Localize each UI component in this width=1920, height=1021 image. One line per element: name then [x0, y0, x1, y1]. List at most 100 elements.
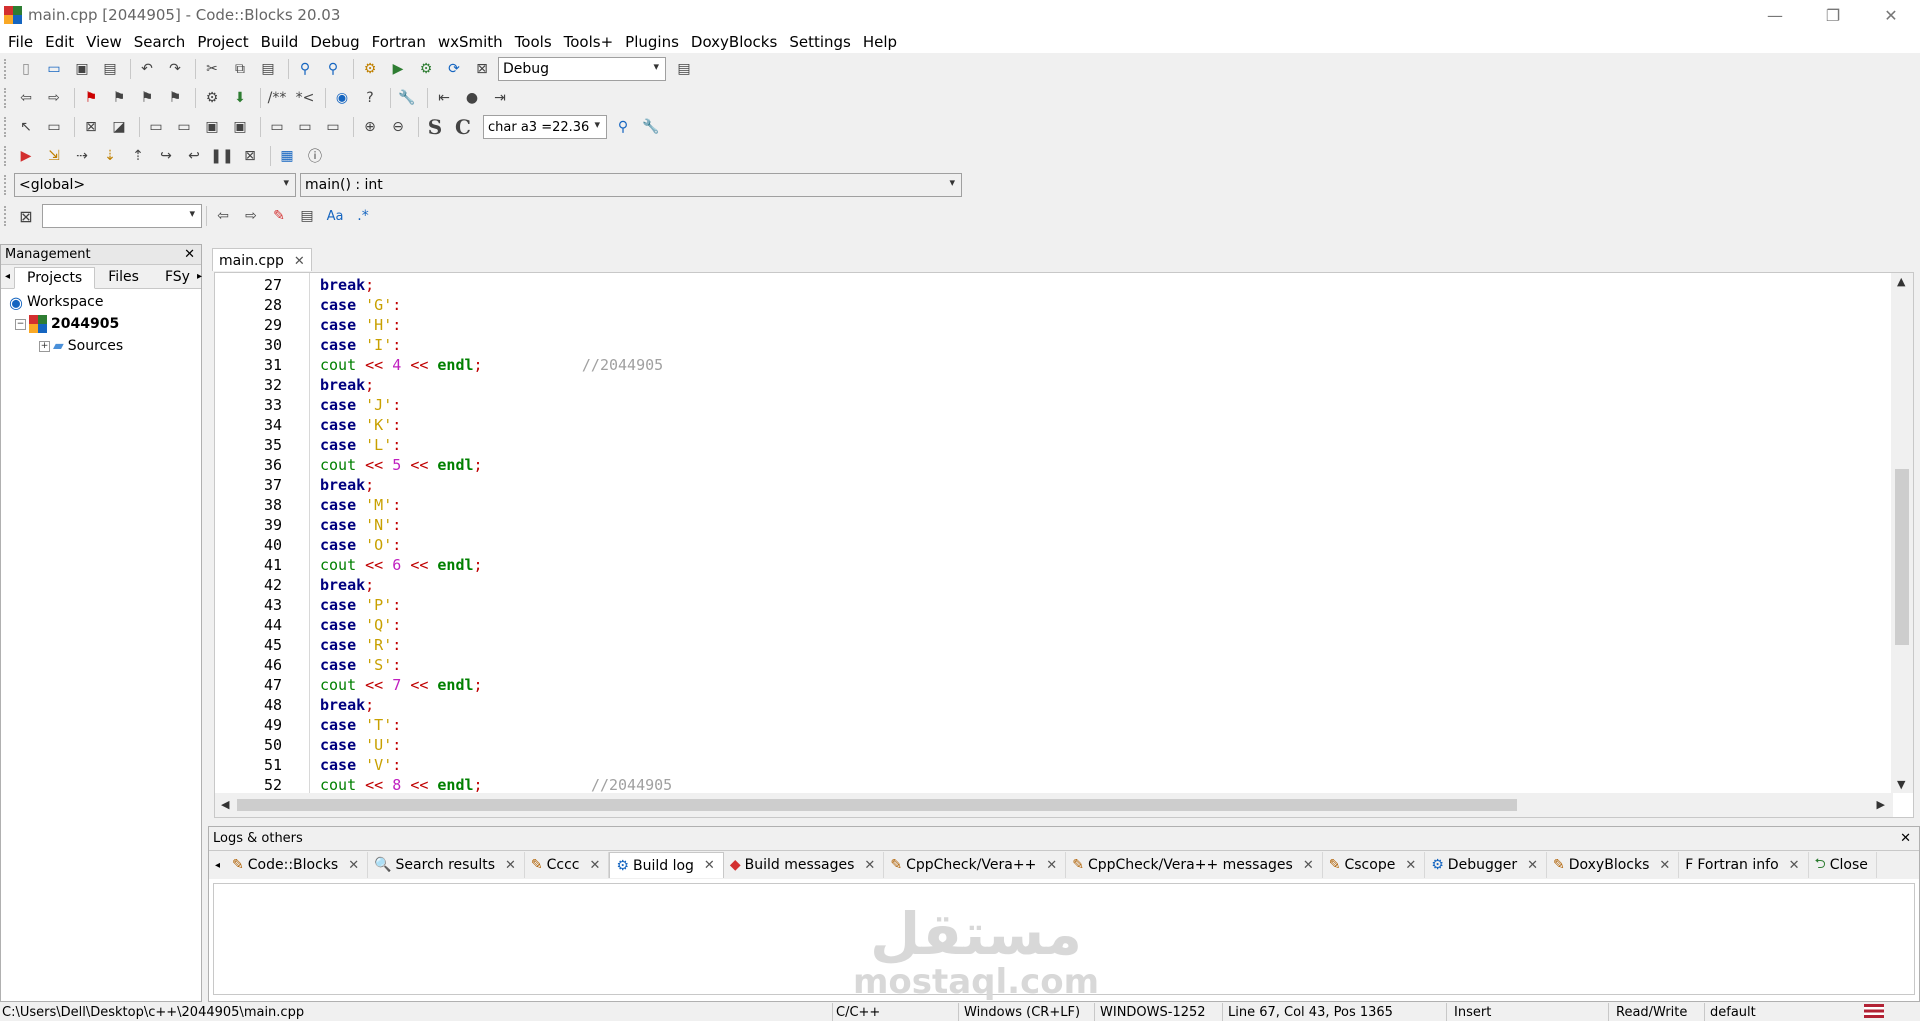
- close-window-button[interactable]: ✕: [1862, 0, 1920, 30]
- logs-close-icon[interactable]: ✕: [1900, 831, 1911, 846]
- align-1-icon[interactable]: ▭: [144, 116, 168, 138]
- menu-fortran[interactable]: Fortran: [368, 33, 434, 51]
- close-tab-icon[interactable]: ✕: [294, 254, 305, 269]
- code-line[interactable]: 40 case 'O':: [215, 535, 1875, 555]
- shape-3-icon[interactable]: ▭: [321, 116, 345, 138]
- code-line[interactable]: 45 case 'R':: [215, 635, 1875, 655]
- menu-edit[interactable]: Edit: [41, 33, 82, 51]
- close-icon[interactable]: ✕: [864, 858, 875, 873]
- horizontal-scrollbar[interactable]: ◀ ▶: [215, 793, 1893, 817]
- menu-debug[interactable]: Debug: [306, 33, 367, 51]
- run-icon[interactable]: ▶: [386, 58, 410, 80]
- logs-scroll-left-icon[interactable]: ◂: [209, 860, 226, 871]
- code-line[interactable]: 47 cout << 7 << endl;: [215, 675, 1875, 695]
- code-line[interactable]: 33 case 'J':: [215, 395, 1875, 415]
- show-select-target-icon[interactable]: ▤: [672, 58, 696, 80]
- run-to-cursor-icon[interactable]: ⇲: [42, 145, 66, 167]
- step-out-icon[interactable]: ⇡: [126, 145, 150, 167]
- logs-tab[interactable]: ✎ CppCheck/Vera++ ✕: [884, 852, 1067, 878]
- scroll-right-icon[interactable]: ▶: [1877, 798, 1885, 811]
- logs-tab[interactable]: ⮌ Close: [1809, 852, 1877, 878]
- jump-dot-icon[interactable]: ●: [460, 87, 484, 109]
- close-icon[interactable]: ✕: [704, 858, 715, 873]
- menu-doxyblocks[interactable]: DoxyBlocks: [687, 33, 785, 51]
- function-select[interactable]: main() : int ▾: [300, 173, 962, 197]
- scroll-down-icon[interactable]: ▼: [1897, 778, 1905, 791]
- rebuild-icon[interactable]: ⟳: [442, 58, 466, 80]
- align-2-icon[interactable]: ▭: [172, 116, 196, 138]
- tree-sources[interactable]: + ▰ Sources: [1, 335, 201, 357]
- bookmark-clear-icon[interactable]: ⚑: [163, 87, 187, 109]
- code-line[interactable]: 27 break;: [215, 275, 1875, 295]
- menu-plugins[interactable]: Plugins: [621, 33, 687, 51]
- debug-info-icon[interactable]: ⚲: [611, 116, 635, 138]
- close-icon[interactable]: ✕: [505, 858, 516, 873]
- logs-tab[interactable]: ⚙ Debugger ✕: [1425, 852, 1547, 878]
- code-area[interactable]: 27 break; 28 case 'G': 29 case 'H': 30 case 'I'…: [215, 275, 1875, 793]
- tree-workspace[interactable]: ◉ Workspace: [1, 291, 201, 313]
- menu-tools-plus[interactable]: Tools+: [560, 33, 622, 51]
- bookmark-prev-icon[interactable]: ⚑: [107, 87, 131, 109]
- next-instruction-icon[interactable]: ↪: [154, 145, 178, 167]
- close-icon[interactable]: ✕: [1046, 858, 1057, 873]
- code-line[interactable]: 50 case 'U':: [215, 735, 1875, 755]
- save-all-icon[interactable]: ▤: [98, 58, 122, 80]
- layout-2-icon[interactable]: ◪: [107, 116, 131, 138]
- tree-project[interactable]: − 2044905: [1, 313, 201, 335]
- logs-tab[interactable]: ◆ Build messages ✕: [724, 852, 885, 878]
- code-line[interactable]: 41 cout << 6 << endl;: [215, 555, 1875, 575]
- code-line[interactable]: 32 break;: [215, 375, 1875, 395]
- forward-arrow-icon[interactable]: ⇨: [42, 87, 66, 109]
- zoom-in-icon[interactable]: ⊕: [358, 116, 382, 138]
- tab-fsymbols[interactable]: FSy: [152, 266, 195, 288]
- shape-2-icon[interactable]: ▭: [293, 116, 317, 138]
- search-input[interactable]: ▾: [42, 204, 202, 228]
- close-icon[interactable]: ✕: [1405, 858, 1416, 873]
- menu-wxsmith[interactable]: wxSmith: [434, 33, 511, 51]
- step-into-icon[interactable]: ⇣: [98, 145, 122, 167]
- vertical-scroll-thumb[interactable]: [1895, 469, 1909, 645]
- bookmark-next-icon[interactable]: ⚑: [135, 87, 159, 109]
- tabs-scroll-left-icon[interactable]: ◂: [1, 271, 14, 288]
- scope-select[interactable]: <global> ▾: [14, 173, 296, 197]
- copy-icon[interactable]: ⧉: [228, 58, 252, 80]
- horizontal-scroll-thumb[interactable]: [237, 799, 1517, 811]
- bookmark-toggle-icon[interactable]: ⚑: [79, 87, 103, 109]
- align-3-icon[interactable]: ▣: [200, 116, 224, 138]
- code-line[interactable]: 29 case 'H':: [215, 315, 1875, 335]
- logs-tab[interactable]: ✎ Cccc ✕: [525, 852, 610, 878]
- clear-search-icon[interactable]: ⊠: [14, 205, 38, 227]
- build-target-select[interactable]: Debug ▾: [498, 57, 666, 81]
- code-line[interactable]: 46 case 'S':: [215, 655, 1875, 675]
- code-line[interactable]: 44 case 'Q':: [215, 615, 1875, 635]
- expand-icon[interactable]: +: [39, 340, 50, 352]
- s-icon[interactable]: S: [423, 115, 447, 139]
- logs-tab[interactable]: ✎ CppCheck/Vera++ messages ✕: [1066, 852, 1323, 878]
- menu-settings[interactable]: Settings: [785, 33, 859, 51]
- minimize-button[interactable]: —: [1746, 0, 1804, 30]
- close-icon[interactable]: ✕: [1303, 858, 1314, 873]
- doxy-html-icon[interactable]: ◉: [330, 87, 354, 109]
- menu-project[interactable]: Project: [193, 33, 256, 51]
- us-flag-icon[interactable]: [1864, 1004, 1884, 1018]
- new-file-icon[interactable]: ▯: [14, 58, 38, 80]
- close-icon[interactable]: ✕: [348, 858, 359, 873]
- code-line[interactable]: 43 case 'P':: [215, 595, 1875, 615]
- selected-text-icon[interactable]: ▤: [295, 205, 319, 227]
- regex-icon[interactable]: .*: [351, 205, 375, 227]
- open-file-icon[interactable]: ▭: [42, 58, 66, 80]
- logs-tab[interactable]: 🔍 Search results ✕: [368, 852, 525, 878]
- menu-help[interactable]: Help: [859, 33, 905, 51]
- next-line-icon[interactable]: ⇢: [70, 145, 94, 167]
- zoom-out-icon[interactable]: ⊖: [386, 116, 410, 138]
- doxy-help-icon[interactable]: ?: [358, 87, 382, 109]
- tab-projects[interactable]: Projects: [14, 267, 96, 289]
- match-case-icon[interactable]: Aa: [323, 205, 347, 227]
- close-icon[interactable]: ✕: [590, 858, 601, 873]
- build-run-icon[interactable]: ⚙: [414, 58, 438, 80]
- undo-icon[interactable]: ↶: [135, 58, 159, 80]
- management-close-icon[interactable]: ✕: [184, 247, 195, 262]
- debug-info-i-icon[interactable]: ⓘ: [303, 145, 327, 167]
- collapse-icon[interactable]: −: [15, 318, 26, 330]
- doxy-block-comment-icon[interactable]: /**: [265, 87, 289, 109]
